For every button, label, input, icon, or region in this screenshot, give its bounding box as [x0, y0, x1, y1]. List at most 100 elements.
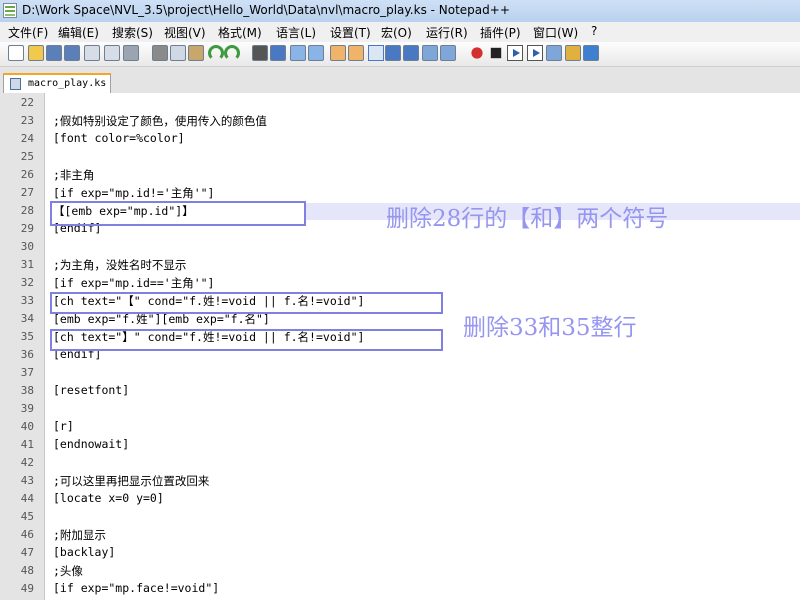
menu-item-11[interactable]: ?	[591, 24, 597, 38]
new-file-icon[interactable]	[8, 45, 24, 61]
zoom-in-icon[interactable]	[290, 45, 306, 61]
line-number: 42	[20, 456, 34, 469]
title-bar: D:\Work Space\NVL_3.5\project\Hello_Worl…	[0, 0, 800, 22]
word-wrap-icon[interactable]	[368, 45, 384, 61]
code-line[interactable]: 48 ;头像	[0, 562, 800, 580]
line-text[interactable]: [backlay]	[53, 545, 115, 559]
line-text[interactable]: ;假如特别设定了颜色，使用传入的颜色值	[53, 113, 267, 129]
code-line[interactable]: 40 [r]	[0, 418, 800, 436]
menu-item-7[interactable]: 宏(O)	[381, 24, 412, 41]
code-line[interactable]: 43 ;可以这里再把显示位置改回来	[0, 472, 800, 490]
menu-item-6[interactable]: 设置(T)	[330, 24, 371, 41]
menu-item-9[interactable]: 插件(P)	[480, 24, 521, 41]
highlight-box-line-35	[50, 329, 443, 351]
line-number: 40	[20, 420, 34, 433]
run-macro-icon[interactable]	[527, 45, 543, 61]
menu-item-10[interactable]: 窗口(W)	[533, 24, 578, 41]
code-line[interactable]: 25	[0, 148, 800, 166]
line-text[interactable]: ;头像	[53, 563, 83, 579]
code-line[interactable]: 26 ;非主角	[0, 166, 800, 184]
show-all-chars-icon[interactable]	[385, 45, 401, 61]
line-number: 35	[20, 330, 34, 343]
abc-check-icon[interactable]	[583, 45, 599, 61]
copy-icon[interactable]	[170, 45, 186, 61]
code-line[interactable]: 49 [if exp="mp.face!=void"]	[0, 580, 800, 598]
code-line[interactable]: 31 ;为主角，没姓名时不显示	[0, 256, 800, 274]
code-line[interactable]: 23 ;假如特别设定了颜色，使用传入的颜色值	[0, 112, 800, 130]
code-line[interactable]: 32 [if exp="mp.id=='主角'"]	[0, 274, 800, 292]
code-line[interactable]: 37	[0, 364, 800, 382]
cut-icon[interactable]	[152, 45, 168, 61]
code-line[interactable]: 46 ;附加显示	[0, 526, 800, 544]
play-macro-icon[interactable]	[507, 45, 523, 61]
line-text[interactable]: [if exp="mp.face!=void"]	[53, 581, 219, 595]
menu-item-4[interactable]: 格式(M)	[218, 24, 262, 41]
code-line[interactable]: 47 [backlay]	[0, 544, 800, 562]
menu-item-1[interactable]: 编辑(E)	[58, 24, 99, 41]
print-icon[interactable]	[123, 45, 139, 61]
line-number: 46	[20, 528, 34, 541]
paste-icon[interactable]	[188, 45, 204, 61]
code-line[interactable]: 45	[0, 508, 800, 526]
code-line[interactable]: 22	[0, 94, 800, 112]
line-number: 26	[20, 168, 34, 181]
menu-item-8[interactable]: 运行(R)	[426, 24, 468, 41]
sync-v-icon[interactable]	[330, 45, 346, 61]
menu-item-3[interactable]: 视图(V)	[164, 24, 206, 41]
line-number: 45	[20, 510, 34, 523]
save-all-icon[interactable]	[64, 45, 80, 61]
function-list-icon[interactable]	[440, 45, 456, 61]
tab-macro-play[interactable]: macro_play.ks	[3, 73, 111, 93]
spell-check-icon[interactable]	[565, 45, 581, 61]
code-line[interactable]: 42	[0, 454, 800, 472]
line-number: 32	[20, 276, 34, 289]
highlight-box-line-33	[50, 292, 443, 314]
line-number: 43	[20, 474, 34, 487]
line-number: 23	[20, 114, 34, 127]
line-text[interactable]: ;附加显示	[53, 527, 106, 543]
line-text[interactable]: ;为主角，没姓名时不显示	[53, 257, 186, 273]
code-line[interactable]: 24 [font color=%color]	[0, 130, 800, 148]
code-line[interactable]: 30	[0, 238, 800, 256]
replace-icon[interactable]	[270, 45, 286, 61]
line-number: 24	[20, 132, 34, 145]
indent-guide-icon[interactable]	[403, 45, 419, 61]
menu-item-2[interactable]: 搜索(S)	[112, 24, 153, 41]
line-number: 30	[20, 240, 34, 253]
stop-record-icon[interactable]	[490, 47, 502, 59]
line-text[interactable]: [endnowait]	[53, 437, 129, 451]
sync-h-icon[interactable]	[348, 45, 364, 61]
toolbar	[0, 42, 800, 67]
menu-item-5[interactable]: 语言(L)	[276, 24, 316, 41]
save-macro-icon[interactable]	[546, 45, 562, 61]
zoom-out-icon[interactable]	[308, 45, 324, 61]
record-macro-icon[interactable]	[471, 47, 483, 59]
line-text[interactable]: [r]	[53, 419, 74, 433]
code-line[interactable]: 38 [resetfont]	[0, 382, 800, 400]
menu-item-0[interactable]: 文件(F)	[8, 24, 48, 41]
line-text[interactable]: [if exp="mp.id!='主角'"]	[53, 185, 214, 201]
undo-icon[interactable]	[208, 45, 224, 61]
annotation-note-2: 删除33和35整行	[463, 315, 637, 341]
line-number: 37	[20, 366, 34, 379]
close-all-icon[interactable]	[104, 45, 120, 61]
line-text[interactable]: [locate x=0 y=0]	[53, 491, 164, 505]
code-line[interactable]: 39	[0, 400, 800, 418]
line-number: 39	[20, 402, 34, 415]
code-line[interactable]: 44 [locate x=0 y=0]	[0, 490, 800, 508]
find-icon[interactable]	[252, 45, 268, 61]
save-icon[interactable]	[46, 45, 62, 61]
line-number: 48	[20, 564, 34, 577]
line-text[interactable]: ;可以这里再把显示位置改回来	[53, 473, 209, 489]
line-number: 36	[20, 348, 34, 361]
close-icon[interactable]	[84, 45, 100, 61]
open-file-icon[interactable]	[28, 45, 44, 61]
line-text[interactable]: [if exp="mp.id=='主角'"]	[53, 275, 214, 291]
line-text[interactable]: [font color=%color]	[53, 131, 185, 145]
code-line[interactable]: 41 [endnowait]	[0, 436, 800, 454]
doc-map-icon[interactable]	[422, 45, 438, 61]
line-text[interactable]: ;非主角	[53, 167, 94, 183]
menu-bar: 文件(F) 编辑(E) 搜索(S) 视图(V) 格式(M) 语言(L) 设置(T) 宏(O) 运…	[0, 22, 800, 42]
line-text[interactable]: [resetfont]	[53, 383, 129, 397]
redo-icon[interactable]	[224, 45, 240, 61]
